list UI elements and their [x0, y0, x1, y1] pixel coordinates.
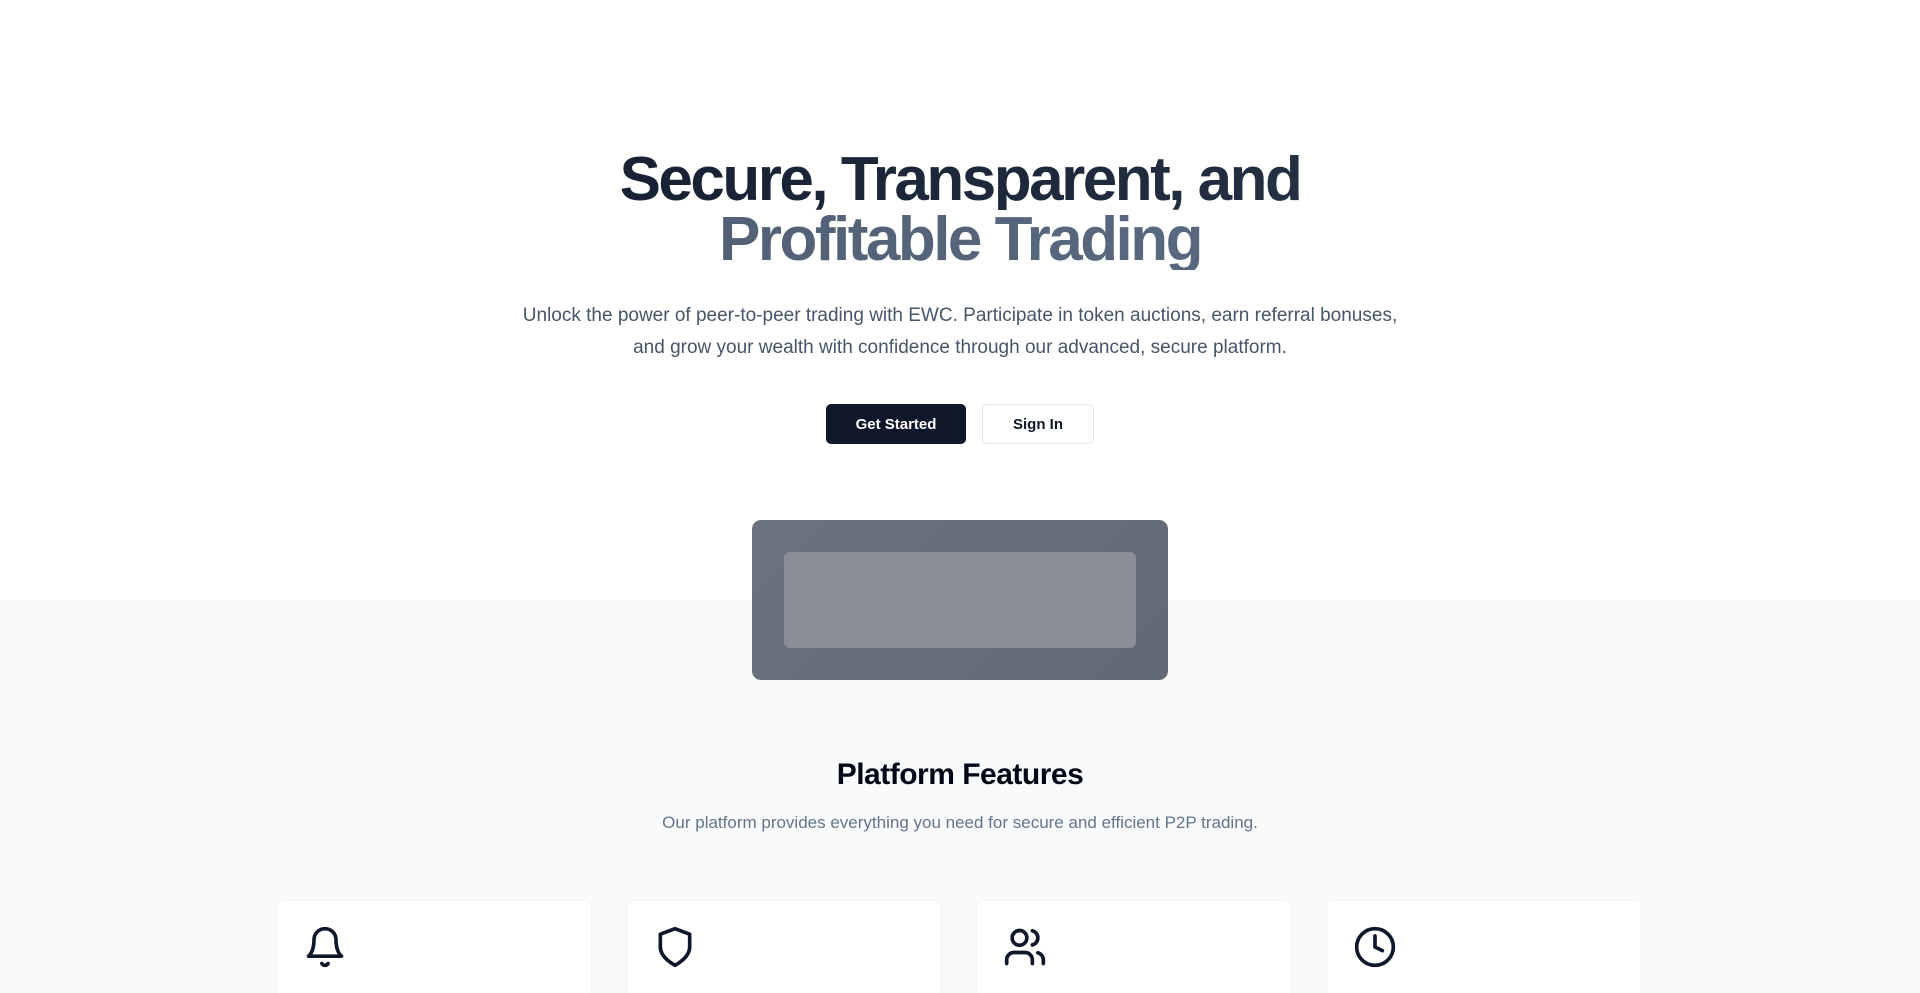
landing-page: Secure, Transparent, and Profitable Trad… [0, 0, 1920, 993]
hero-title-line-1: Secure, Transparent, and [0, 149, 1920, 211]
cta-buttons: Get Started Sign In [0, 404, 1920, 444]
users-icon [1003, 925, 1047, 969]
features-title: Platform Features [836, 758, 1084, 791]
feature-cards [276, 900, 1646, 993]
hero-title: Secure, Transparent, and Profitable Trad… [0, 149, 1920, 271]
hero-title-line-2: Profitable Trading [0, 209, 1920, 271]
feature-card-security [626, 900, 942, 993]
shield-icon [653, 925, 697, 969]
hero-subtitle-line-1: Unlock the power of peer-to-peer trading… [522, 305, 1398, 326]
hero-subtitle: Unlock the power of peer-to-peer trading… [0, 300, 1920, 364]
hero-subtitle-line-2: and grow your wealth with confidence thr… [633, 337, 1287, 358]
preview-inner-panel [784, 552, 1136, 648]
feature-card-community [976, 900, 1292, 993]
get-started-button[interactable]: Get Started [826, 404, 966, 444]
bell-icon [303, 925, 347, 969]
clock-icon [1353, 925, 1397, 969]
hero-section: Secure, Transparent, and Profitable Trad… [0, 0, 1920, 600]
features-subtitle: Our platform provides everything you nee… [662, 813, 1258, 832]
feature-card-time [1326, 900, 1642, 993]
feature-card-notifications [276, 900, 592, 993]
sign-in-button[interactable]: Sign In [982, 404, 1094, 444]
preview-image-placeholder [752, 520, 1168, 680]
